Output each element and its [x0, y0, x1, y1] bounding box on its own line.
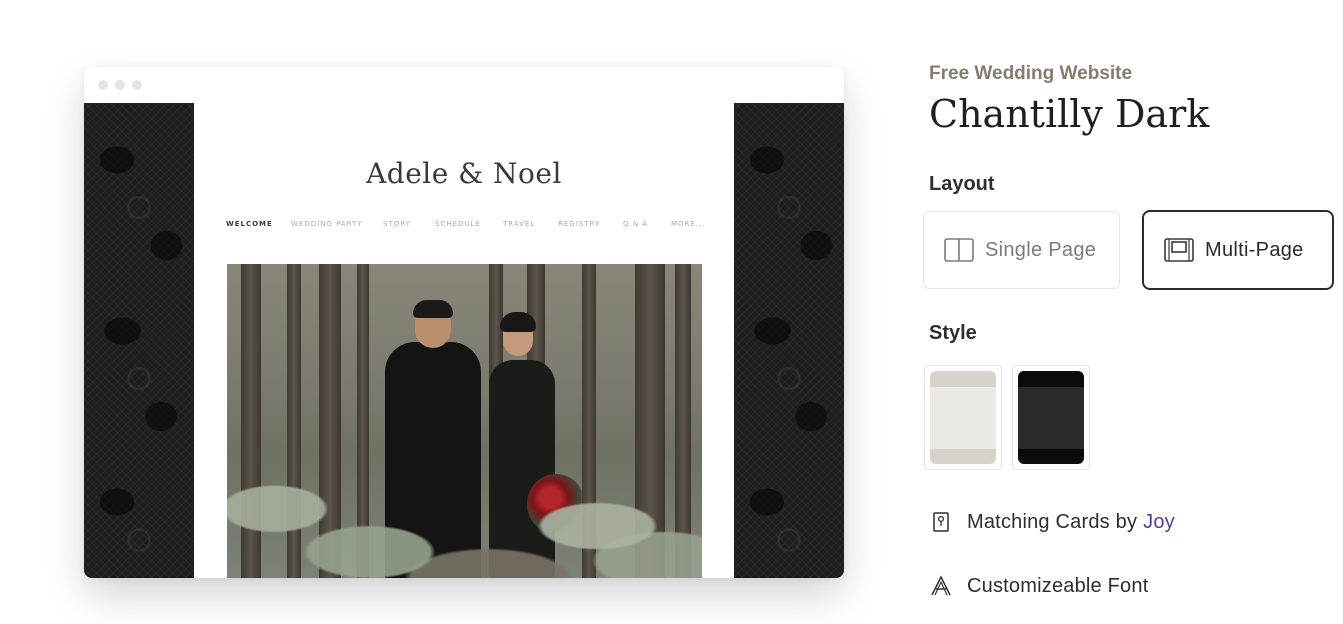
- card-icon: [929, 510, 953, 534]
- joy-link[interactable]: Joy: [1143, 511, 1175, 533]
- nav-item-story[interactable]: STORY: [383, 220, 411, 228]
- couple-name: Adele & Noel: [366, 157, 562, 190]
- feature-text: Matching Cards by Joy: [967, 511, 1175, 534]
- site-nav: WELCOME WEDDING PARTY STORY SCHEDULE TRA…: [226, 220, 706, 234]
- nav-item-registry[interactable]: REGISTRY: [558, 220, 600, 228]
- layout-heading: Layout: [929, 173, 995, 195]
- nav-item-more[interactable]: MORE...: [671, 220, 706, 228]
- multi-page-label: Multi-Page: [1205, 238, 1304, 261]
- swatch-preview-light: [930, 371, 996, 464]
- nav-item-qa[interactable]: Q & A: [623, 220, 648, 228]
- nav-item-welcome[interactable]: WELCOME: [226, 220, 273, 228]
- multi-page-icon: [1164, 238, 1194, 262]
- swatch-preview-dark: [1018, 371, 1084, 464]
- style-swatch-light[interactable]: [924, 365, 1002, 470]
- feature-custom-font: Customizeable Font: [929, 572, 1148, 600]
- hero-photo: [227, 264, 702, 578]
- nav-item-travel[interactable]: TRAVEL: [503, 220, 535, 228]
- single-page-icon: [944, 238, 974, 262]
- lace-border-left: [84, 103, 194, 578]
- lace-border-right: [734, 103, 844, 578]
- window-dot: [132, 80, 142, 90]
- nav-item-schedule[interactable]: SCHEDULE: [435, 220, 481, 228]
- multi-page-option[interactable]: Multi-Page: [1142, 210, 1334, 290]
- style-heading: Style: [929, 322, 977, 344]
- window-dot: [98, 80, 108, 90]
- single-page-option[interactable]: Single Page: [923, 211, 1120, 289]
- feature-matching-cards: Matching Cards by Joy: [929, 508, 1175, 536]
- browser-chrome: [84, 67, 844, 103]
- site-content: Adele & Noel WELCOME WEDDING PARTY STORY…: [194, 103, 734, 578]
- custom-font-text: Customizeable Font: [967, 574, 1149, 597]
- single-page-label: Single Page: [985, 238, 1097, 261]
- theme-title: Chantilly Dark: [929, 92, 1210, 136]
- window-dot: [115, 80, 125, 90]
- matching-cards-text: Matching Cards by: [967, 510, 1138, 533]
- nav-item-wedding-party[interactable]: WEDDING PARTY: [291, 220, 363, 228]
- font-icon: [929, 574, 953, 598]
- eyebrow-label: Free Wedding Website: [929, 63, 1133, 84]
- style-swatch-dark[interactable]: [1012, 365, 1090, 470]
- website-preview: Adele & Noel WELCOME WEDDING PARTY STORY…: [84, 67, 844, 578]
